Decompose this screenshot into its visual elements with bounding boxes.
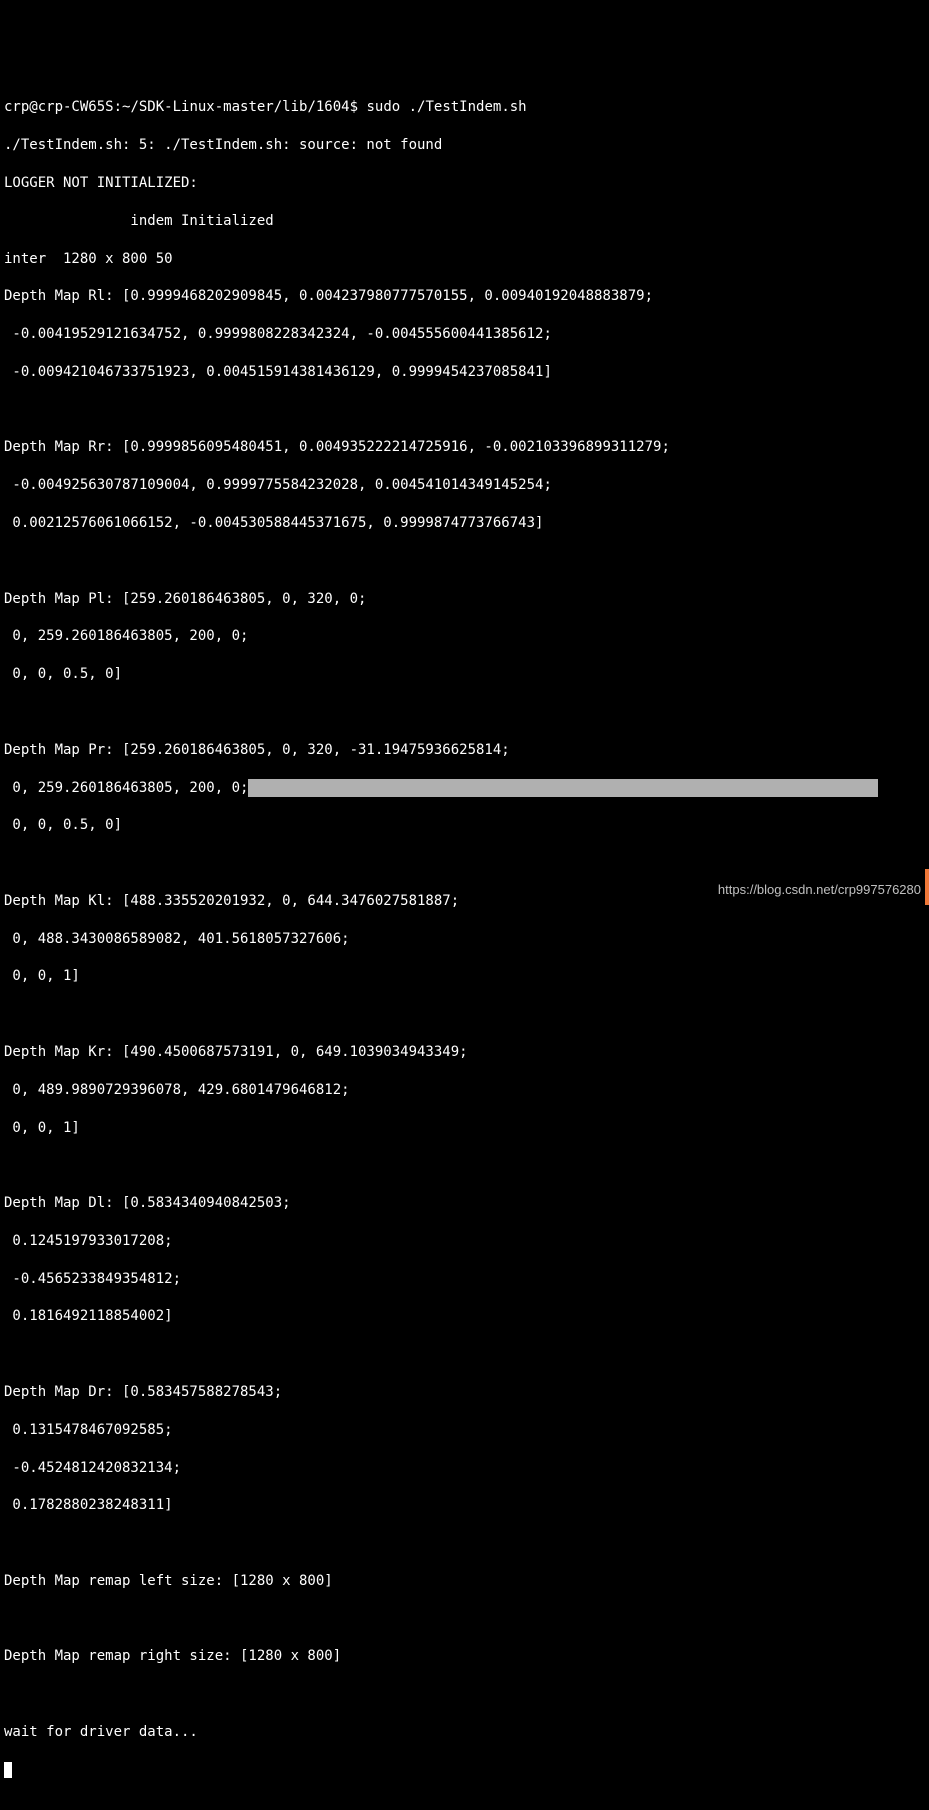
output-line: -0.4565233849354812; [4,1270,925,1289]
output-line: Depth Map Pr: [259.260186463805, 0, 320,… [4,741,925,760]
pr-l2-text: 0, 259.260186463805, 200, 0; [4,780,248,796]
output-blank [4,1534,925,1553]
output-blank [4,854,925,873]
text-selection [248,779,878,797]
output-line: inter 1280 x 800 50 [4,250,925,269]
output-line-selected: 0, 259.260186463805, 200, 0; [4,779,925,798]
right-edge-accent [925,869,929,905]
output-line: 0.1816492118854002] [4,1307,925,1326]
prompt-cwd: ~/SDK-Linux-master/lib/1604 [122,99,350,115]
output-line: wait for driver data... [4,1723,925,1742]
output-line: -0.4524812420832134; [4,1459,925,1478]
output-blank [4,401,925,420]
output-line: 0, 0, 0.5, 0] [4,816,925,835]
output-line: 0, 0, 0.5, 0] [4,665,925,684]
output-line: -0.004925630787109004, 0.999977558423202… [4,476,925,495]
terminal-window[interactable]: crp@crp-CW65S:~/SDK-Linux-master/lib/160… [0,76,929,1799]
output-blank [4,1345,925,1364]
output-line: Depth Map Pl: [259.260186463805, 0, 320,… [4,590,925,609]
prompt-sep: $ [350,99,358,115]
cursor-line [4,1761,925,1780]
output-line: Depth Map Rl: [0.9999468202909845, 0.004… [4,287,925,306]
output-line: 0, 259.260186463805, 200, 0; [4,627,925,646]
output-line: 0, 0, 1] [4,967,925,986]
output-line: indem Initialized [4,212,925,231]
output-line: 0, 489.9890729396078, 429.6801479646812; [4,1081,925,1100]
output-line: Depth Map Rr: [0.9999856095480451, 0.004… [4,438,925,457]
output-line: Depth Map remap right size: [1280 x 800] [4,1647,925,1666]
output-line: 0.00212576061066152, -0.0045305884453716… [4,514,925,533]
output-line: ./TestIndem.sh: 5: ./TestIndem.sh: sourc… [4,136,925,155]
output-blank [4,1156,925,1175]
output-line: 0, 0, 1] [4,1119,925,1138]
output-blank [4,552,925,571]
output-blank [4,1005,925,1024]
output-line: 0.1782880238248311] [4,1496,925,1515]
output-blank [4,1610,925,1629]
output-line: LOGGER NOT INITIALIZED: [4,174,925,193]
output-line: Depth Map Dr: [0.583457588278543; [4,1383,925,1402]
output-line: 0, 488.3430086589082, 401.5618057327606; [4,930,925,949]
command-text: sudo ./TestIndem.sh [366,99,526,115]
output-line: -0.00419529121634752, 0.9999808228342324… [4,325,925,344]
output-blank [4,1685,925,1704]
output-line: Depth Map Kr: [490.4500687573191, 0, 649… [4,1043,925,1062]
output-line: 0.1245197933017208; [4,1232,925,1251]
output-blank [4,703,925,722]
prompt-line: crp@crp-CW65S:~/SDK-Linux-master/lib/160… [4,98,925,117]
watermark-text: https://blog.csdn.net/crp997576280 [718,881,921,899]
output-line: -0.009421046733751923, 0.004515914381436… [4,363,925,382]
terminal-cursor [4,1762,12,1778]
output-line: 0.1315478467092585; [4,1421,925,1440]
prompt-user-host: crp@crp-CW65S [4,99,114,115]
output-line: Depth Map remap left size: [1280 x 800] [4,1572,925,1591]
output-line: Depth Map Dl: [0.5834340940842503; [4,1194,925,1213]
